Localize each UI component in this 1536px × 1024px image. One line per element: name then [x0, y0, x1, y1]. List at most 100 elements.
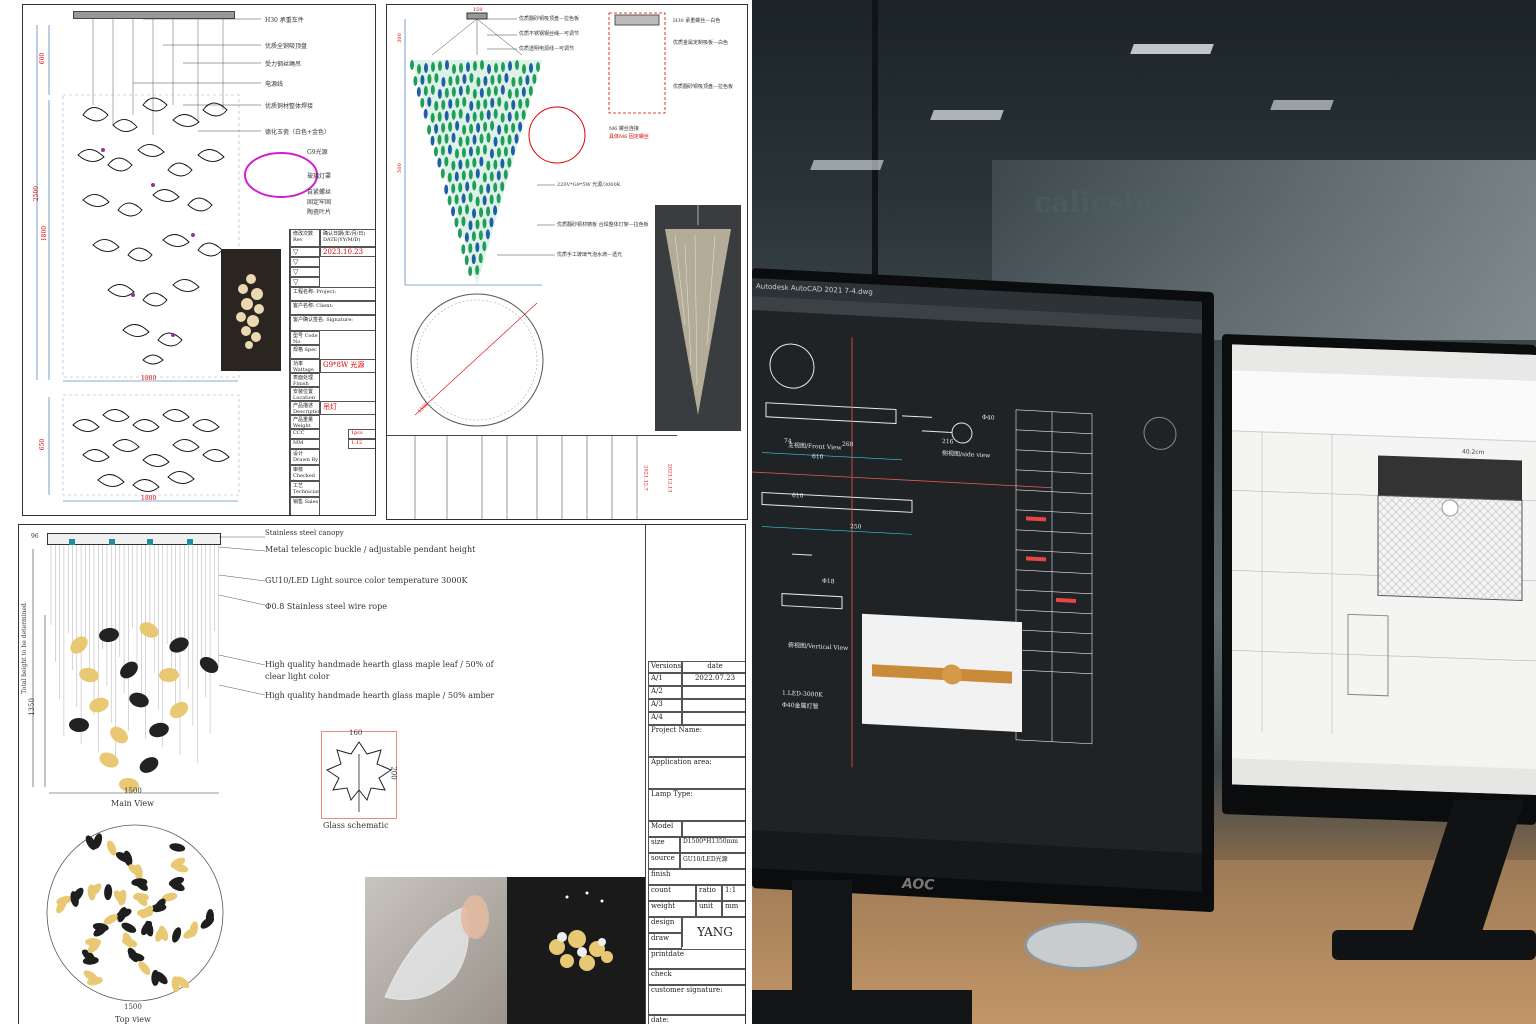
- s2-dim-500a: 500: [396, 163, 403, 173]
- tb3-model-val: [682, 821, 745, 837]
- label-buckle: Metal telescopic buckle / adjustable pen…: [265, 545, 476, 554]
- tb3-ratio-val: 1:1: [722, 885, 745, 901]
- glass-width: 160: [349, 729, 363, 737]
- tb3-size-val: D1500*H1350mm: [680, 837, 745, 853]
- tb-r2: ▽: [290, 257, 320, 267]
- monitor-right: 40.2cm: [1222, 334, 1536, 825]
- tb-qty: 1pcs: [348, 429, 375, 439]
- s2-callout-4: 220V*G9*5W 光源/3000K: [557, 182, 621, 188]
- tb-wattage: 功率 Wattage: [290, 359, 320, 373]
- monitor-left: Autodesk AutoCAD 2021 7-4.dwg 主视图/Front …: [752, 268, 1214, 913]
- cad-drawing: [752, 337, 1177, 768]
- s2-date: 2021.12.7: [642, 465, 649, 491]
- s2-callout-5: 优质翻砂铜材铸板 合焊整体灯架—拉色板: [557, 222, 649, 228]
- callout-2: 优质全铜吸顶盘: [265, 43, 308, 50]
- product-photo-crystal: [655, 205, 741, 431]
- tb3-customer: customer signature:: [648, 985, 745, 1015]
- callout-4: 电源线: [265, 81, 284, 88]
- cad-dim-268: 268: [842, 440, 854, 449]
- tb3-source-val: GU10/LED光源: [680, 853, 745, 869]
- photo-maple-chandelier: [507, 877, 645, 1024]
- drawing-sheet-ceramic-chandelier: 600 2500 1800 1800 1800 650 H30 承重车件 优质全…: [22, 4, 376, 516]
- cad-dim-40: Φ40: [982, 414, 995, 422]
- tb3-printdate: printdate: [648, 949, 745, 969]
- monitor-left-base: [752, 990, 972, 1024]
- photo-office-monitors: calicslight Autodesk AutoCAD 2021 7-4.dw…: [752, 0, 1536, 1024]
- monitor-right-base: [1332, 930, 1536, 960]
- tb3-date-h: date: [682, 661, 745, 673]
- tb3-date2: date:: [648, 1015, 745, 1024]
- tb-desc: 产品描述 Description: [290, 401, 320, 415]
- cad-note-2: Φ40金属灯管: [782, 701, 819, 711]
- label-main-view: Main View: [111, 799, 154, 808]
- viewer-taskbar: [1232, 758, 1536, 795]
- tb-unit: MM: [290, 439, 320, 449]
- tb3-ratio: ratio: [696, 885, 722, 901]
- ceiling-light-1: [1130, 44, 1214, 54]
- tb-code: 型号 Code No: [290, 331, 320, 345]
- dim-1800-bottom: 1800: [141, 375, 157, 382]
- product-photo-ceramic: [221, 249, 281, 371]
- maple-top-view: [46, 824, 224, 1002]
- tb3-lamp: Lamp Type:: [648, 789, 745, 821]
- tb3-design: design: [648, 917, 682, 933]
- tb-desc-val: 吊灯: [320, 401, 375, 415]
- tb3-v3-date: [682, 699, 745, 712]
- dim-1500-top: 1500: [124, 1003, 142, 1011]
- photo-glass-leaf-hand: [365, 877, 507, 1024]
- tb3-v4-date: [682, 712, 745, 725]
- title-block: 修改次数 Rev 确认日期(年/月/日) DATE(YY/M/D) 2023.1…: [289, 229, 375, 515]
- tb3-weight: weight: [648, 901, 696, 917]
- ceiling-light-2: [930, 110, 1004, 120]
- label-leaf-clear-2: clear light color: [265, 672, 330, 681]
- tb3-area: Application area:: [648, 757, 745, 789]
- tb3-v1: A/1: [648, 673, 682, 686]
- cad-dim-18: Φ18: [822, 577, 835, 586]
- s2-callout-3: 优质透明电源线—可调节: [519, 46, 575, 52]
- tb3-v2: A/2: [648, 686, 682, 699]
- monitor-brand: AOC: [902, 875, 935, 894]
- tb-scale: 1:12: [348, 439, 375, 449]
- tb-date-h: 确认日期(年/月/日) DATE(YY/M/D): [320, 229, 375, 247]
- viewer-dim: 40.2cm: [1462, 448, 1485, 457]
- tb3-unit-val: mm: [722, 901, 745, 917]
- label-canopy: Stainless steel canopy: [265, 529, 344, 537]
- drawing-sheet-maple-leaf: Stainless steel canopy Metal telescopic …: [18, 524, 746, 1024]
- ceiling-light-4: [1270, 100, 1334, 110]
- s2-callout-9: 优质翻砂铜吸顶盘—拉色板: [673, 84, 734, 90]
- tb-weight: 产品重量 Weight: [290, 415, 320, 429]
- leaf-cluster-front: [77, 97, 228, 365]
- tb3-project: Project Name:: [648, 725, 745, 757]
- tb3-version-h: Versions: [648, 661, 682, 673]
- callout-1: H30 承重车件: [265, 17, 304, 24]
- tb-project: 工程名称: Project:: [290, 287, 375, 301]
- label-top-view: Top view: [115, 1015, 151, 1024]
- tb3-v2-date: [682, 686, 745, 699]
- label-wire: Φ0.8 Stainless steel wire rope: [265, 602, 387, 611]
- s2-callout-7: H30 承重螺丝—白色: [673, 18, 721, 24]
- s2-callout-1: 优质翻砂铜吸顶盘—拉色板: [519, 16, 580, 22]
- dim-1500-main: 1500: [124, 787, 142, 795]
- viewer-drawing: [1232, 431, 1536, 734]
- s2-callout-8: 优质金属定制吸板—白色: [673, 40, 729, 46]
- tb-rev: 修改次数 Rev: [290, 229, 320, 247]
- tb-sales: 销售 Sales: [290, 497, 320, 515]
- dim-96: 96: [31, 533, 39, 540]
- autocad-screen: Autodesk AutoCAD 2021 7-4.dwg 主视图/Front …: [752, 278, 1202, 892]
- callout-3: 受力钢丝绳吊: [265, 61, 302, 68]
- leaf-cluster-top: [72, 409, 230, 492]
- cad-dim-610: 610: [812, 453, 824, 461]
- cad-dim-250: 250: [850, 523, 862, 531]
- tb3-size: size: [648, 837, 680, 853]
- tb-ccc: CCC: [290, 429, 320, 439]
- top-view-circle: [410, 293, 544, 427]
- callout-10: 固定牢固: [307, 199, 332, 206]
- s2-callout-2: 优质不锈钢钢丝绳—可调节: [519, 31, 580, 37]
- callout-5: 优质铜材整体焊接: [265, 103, 314, 110]
- callout-9: 自紧螺丝: [307, 189, 332, 196]
- cad-dim-610b: 610: [792, 492, 804, 500]
- glass-height: 200: [389, 766, 398, 780]
- tb3-check: check: [648, 969, 745, 985]
- tb-client: 客户名称: Client:: [290, 301, 375, 315]
- tb-wattage-val: G9*8W 光源: [320, 359, 375, 373]
